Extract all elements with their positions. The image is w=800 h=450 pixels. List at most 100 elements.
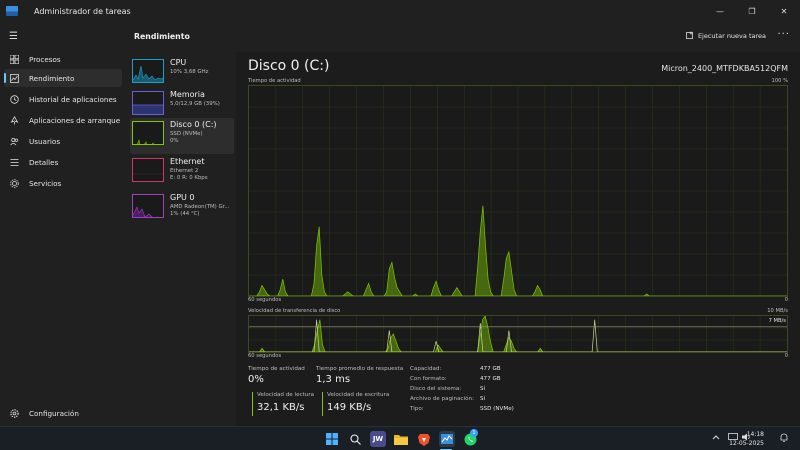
file-explorer-icon[interactable] xyxy=(393,431,409,447)
run-new-task-button[interactable]: Ejecutar nueva tarea xyxy=(686,31,766,41)
nav-item-procesos[interactable]: Procesos xyxy=(4,50,122,68)
info-value: 477 GB xyxy=(480,366,501,372)
disk-title: Disco 0 (C:) xyxy=(248,58,330,74)
nav-label: Usuarios xyxy=(29,136,61,146)
info-value: SSD (NVMe) xyxy=(480,406,514,412)
response-stat-label: Tiempo promedio de respuesta xyxy=(316,366,404,372)
maximize-button[interactable]: ❐ xyxy=(736,0,768,22)
transfer-graph-svg xyxy=(249,316,787,352)
activity-stat-label: Tiempo de actividad xyxy=(248,366,305,372)
notification-bell-icon[interactable] xyxy=(780,433,788,444)
response-stat-value: 1,3 ms xyxy=(316,374,351,385)
activity-time-graph xyxy=(248,85,788,297)
activity-graph-svg xyxy=(249,86,787,296)
gear-icon xyxy=(9,408,19,418)
transfer-graph-time-label: 60 segundos xyxy=(248,353,282,359)
write-speed-value: 149 KB/s xyxy=(327,402,372,413)
nav-label: Aplicaciones de arranque xyxy=(29,115,121,125)
perf-item-cpu[interactable]: CPU 10% 3,68 GHz xyxy=(130,56,234,92)
memory-thumbnail xyxy=(132,91,164,115)
transfer-graph-min: 0 xyxy=(784,353,788,359)
nav-label: Servicios xyxy=(29,178,62,188)
perf-item-detail: 5,0/12,9 GB (39%) xyxy=(170,101,220,107)
perf-item-name: CPU xyxy=(170,58,187,67)
navigation-sidebar: ☰ Procesos Rendimiento Historial de apli… xyxy=(0,22,124,426)
brave-browser-icon[interactable] xyxy=(416,431,432,447)
tray-chevron-up-icon[interactable] xyxy=(712,433,720,442)
services-icon xyxy=(9,178,19,188)
performance-device-list: CPU 10% 3,68 GHz Memoria 5,0/12,9 GB (39… xyxy=(124,52,236,426)
window-controls: — ❐ ✕ xyxy=(704,0,800,22)
close-button[interactable]: ✕ xyxy=(768,0,800,22)
write-speed-box: Velocidad de escritura 149 KB/s xyxy=(322,392,402,416)
grid-icon xyxy=(9,54,19,64)
info-value: Sí xyxy=(480,396,486,402)
perf-item-name: Memoria xyxy=(170,90,205,99)
ethernet-thumbnail xyxy=(132,158,164,182)
transfer-graph-max: 10 MB/s xyxy=(767,308,788,314)
perf-item-name: GPU 0 xyxy=(170,193,195,202)
transfer-graph-label: Velocidad de transferencia de disco xyxy=(248,308,341,314)
read-speed-label: Velocidad de lectura xyxy=(257,392,315,398)
info-key: Capacidad: xyxy=(410,366,442,372)
info-value: 477 GB xyxy=(480,376,501,382)
perf-item-name: Disco 0 (C:) xyxy=(170,120,217,129)
nav-label: Rendimiento xyxy=(29,73,75,83)
perf-item-disco[interactable]: Disco 0 (C:) SSD (NVMe) 0% xyxy=(130,118,234,154)
perf-item-detail-2: 0% xyxy=(170,138,179,144)
task-manager-app-icon xyxy=(6,6,18,16)
system-clock[interactable]: 14:18 12-05-2025 xyxy=(729,430,764,448)
title-bar: Administrador de tareas — ❐ ✕ xyxy=(0,0,800,22)
task-manager-icon[interactable] xyxy=(439,431,455,447)
disk-model: Micron_2400_MTFDKBA512QFM xyxy=(661,64,788,73)
hamburger-menu-icon[interactable]: ☰ xyxy=(9,31,18,42)
nav-label: Configuración xyxy=(29,408,79,418)
history-icon xyxy=(9,94,19,104)
nav-item-arranque[interactable]: Aplicaciones de arranque xyxy=(4,111,122,129)
perf-item-name: Ethernet xyxy=(170,157,205,166)
transfer-rate-graph xyxy=(248,315,788,353)
activity-graph-time-label: 60 segundos xyxy=(248,297,282,303)
clock-time: 14:18 xyxy=(746,431,764,438)
perf-item-detail-2: E: 0 R: 0 Kbps xyxy=(170,175,208,181)
transfer-graph-line-label: 7 MB/s xyxy=(768,318,786,324)
info-value: Sí xyxy=(480,386,486,392)
nav-item-usuarios[interactable]: Usuarios xyxy=(4,132,122,150)
startup-icon xyxy=(9,115,19,125)
window-title: Administrador de tareas xyxy=(34,6,131,16)
perf-item-ethernet[interactable]: Ethernet Ethernet 2 E: 0 R: 0 Kbps xyxy=(130,155,234,191)
search-icon[interactable] xyxy=(347,431,363,447)
write-speed-label: Velocidad de escritura xyxy=(327,392,390,398)
perf-item-detail: Ethernet 2 xyxy=(170,168,199,174)
gpu-thumbnail xyxy=(132,194,164,218)
nav-item-configuracion[interactable]: Configuración xyxy=(4,404,122,422)
clock-date: 12-05-2025 xyxy=(729,440,764,447)
nav-item-historial[interactable]: Historial de aplicaciones xyxy=(4,90,122,108)
info-key: Disco del sistema: xyxy=(410,386,462,392)
disk-details-panel: Disco 0 (C:) Micron_2400_MTFDKBA512QFM T… xyxy=(236,52,800,426)
disk-thumbnail xyxy=(132,121,164,145)
new-task-icon xyxy=(686,31,694,41)
details-icon xyxy=(9,157,19,167)
run-new-task-label: Ejecutar nueva tarea xyxy=(697,32,766,40)
performance-icon xyxy=(9,73,19,83)
perf-item-detail: AMD Radeon(TM) Gr... xyxy=(170,204,230,210)
nav-item-servicios[interactable]: Servicios xyxy=(4,174,122,192)
perf-item-detail-2: 1% (44 °C) xyxy=(170,211,200,217)
whatsapp-badge: 1 xyxy=(470,429,478,437)
more-options-button[interactable]: ··· xyxy=(777,29,790,40)
taskbar: JW 1 14:18 12-05-2025 xyxy=(0,426,800,450)
read-speed-value: 32,1 KB/s xyxy=(257,402,305,413)
nav-item-detalles[interactable]: Detalles xyxy=(4,153,122,171)
perf-item-gpu[interactable]: GPU 0 AMD Radeon(TM) Gr... 1% (44 °C) xyxy=(130,191,234,227)
info-key: Tipo: xyxy=(410,406,424,412)
users-icon xyxy=(9,136,19,146)
start-icon[interactable] xyxy=(324,431,340,447)
info-key: Con formato: xyxy=(410,376,447,382)
jw-app-icon[interactable]: JW xyxy=(370,431,386,447)
minimize-button[interactable]: — xyxy=(704,0,736,22)
nav-item-rendimiento[interactable]: Rendimiento xyxy=(4,69,122,87)
activity-graph-label: Tiempo de actividad xyxy=(248,78,301,84)
activity-stat-value: 0% xyxy=(248,374,264,385)
info-key: Archivo de paginación: xyxy=(410,396,474,402)
